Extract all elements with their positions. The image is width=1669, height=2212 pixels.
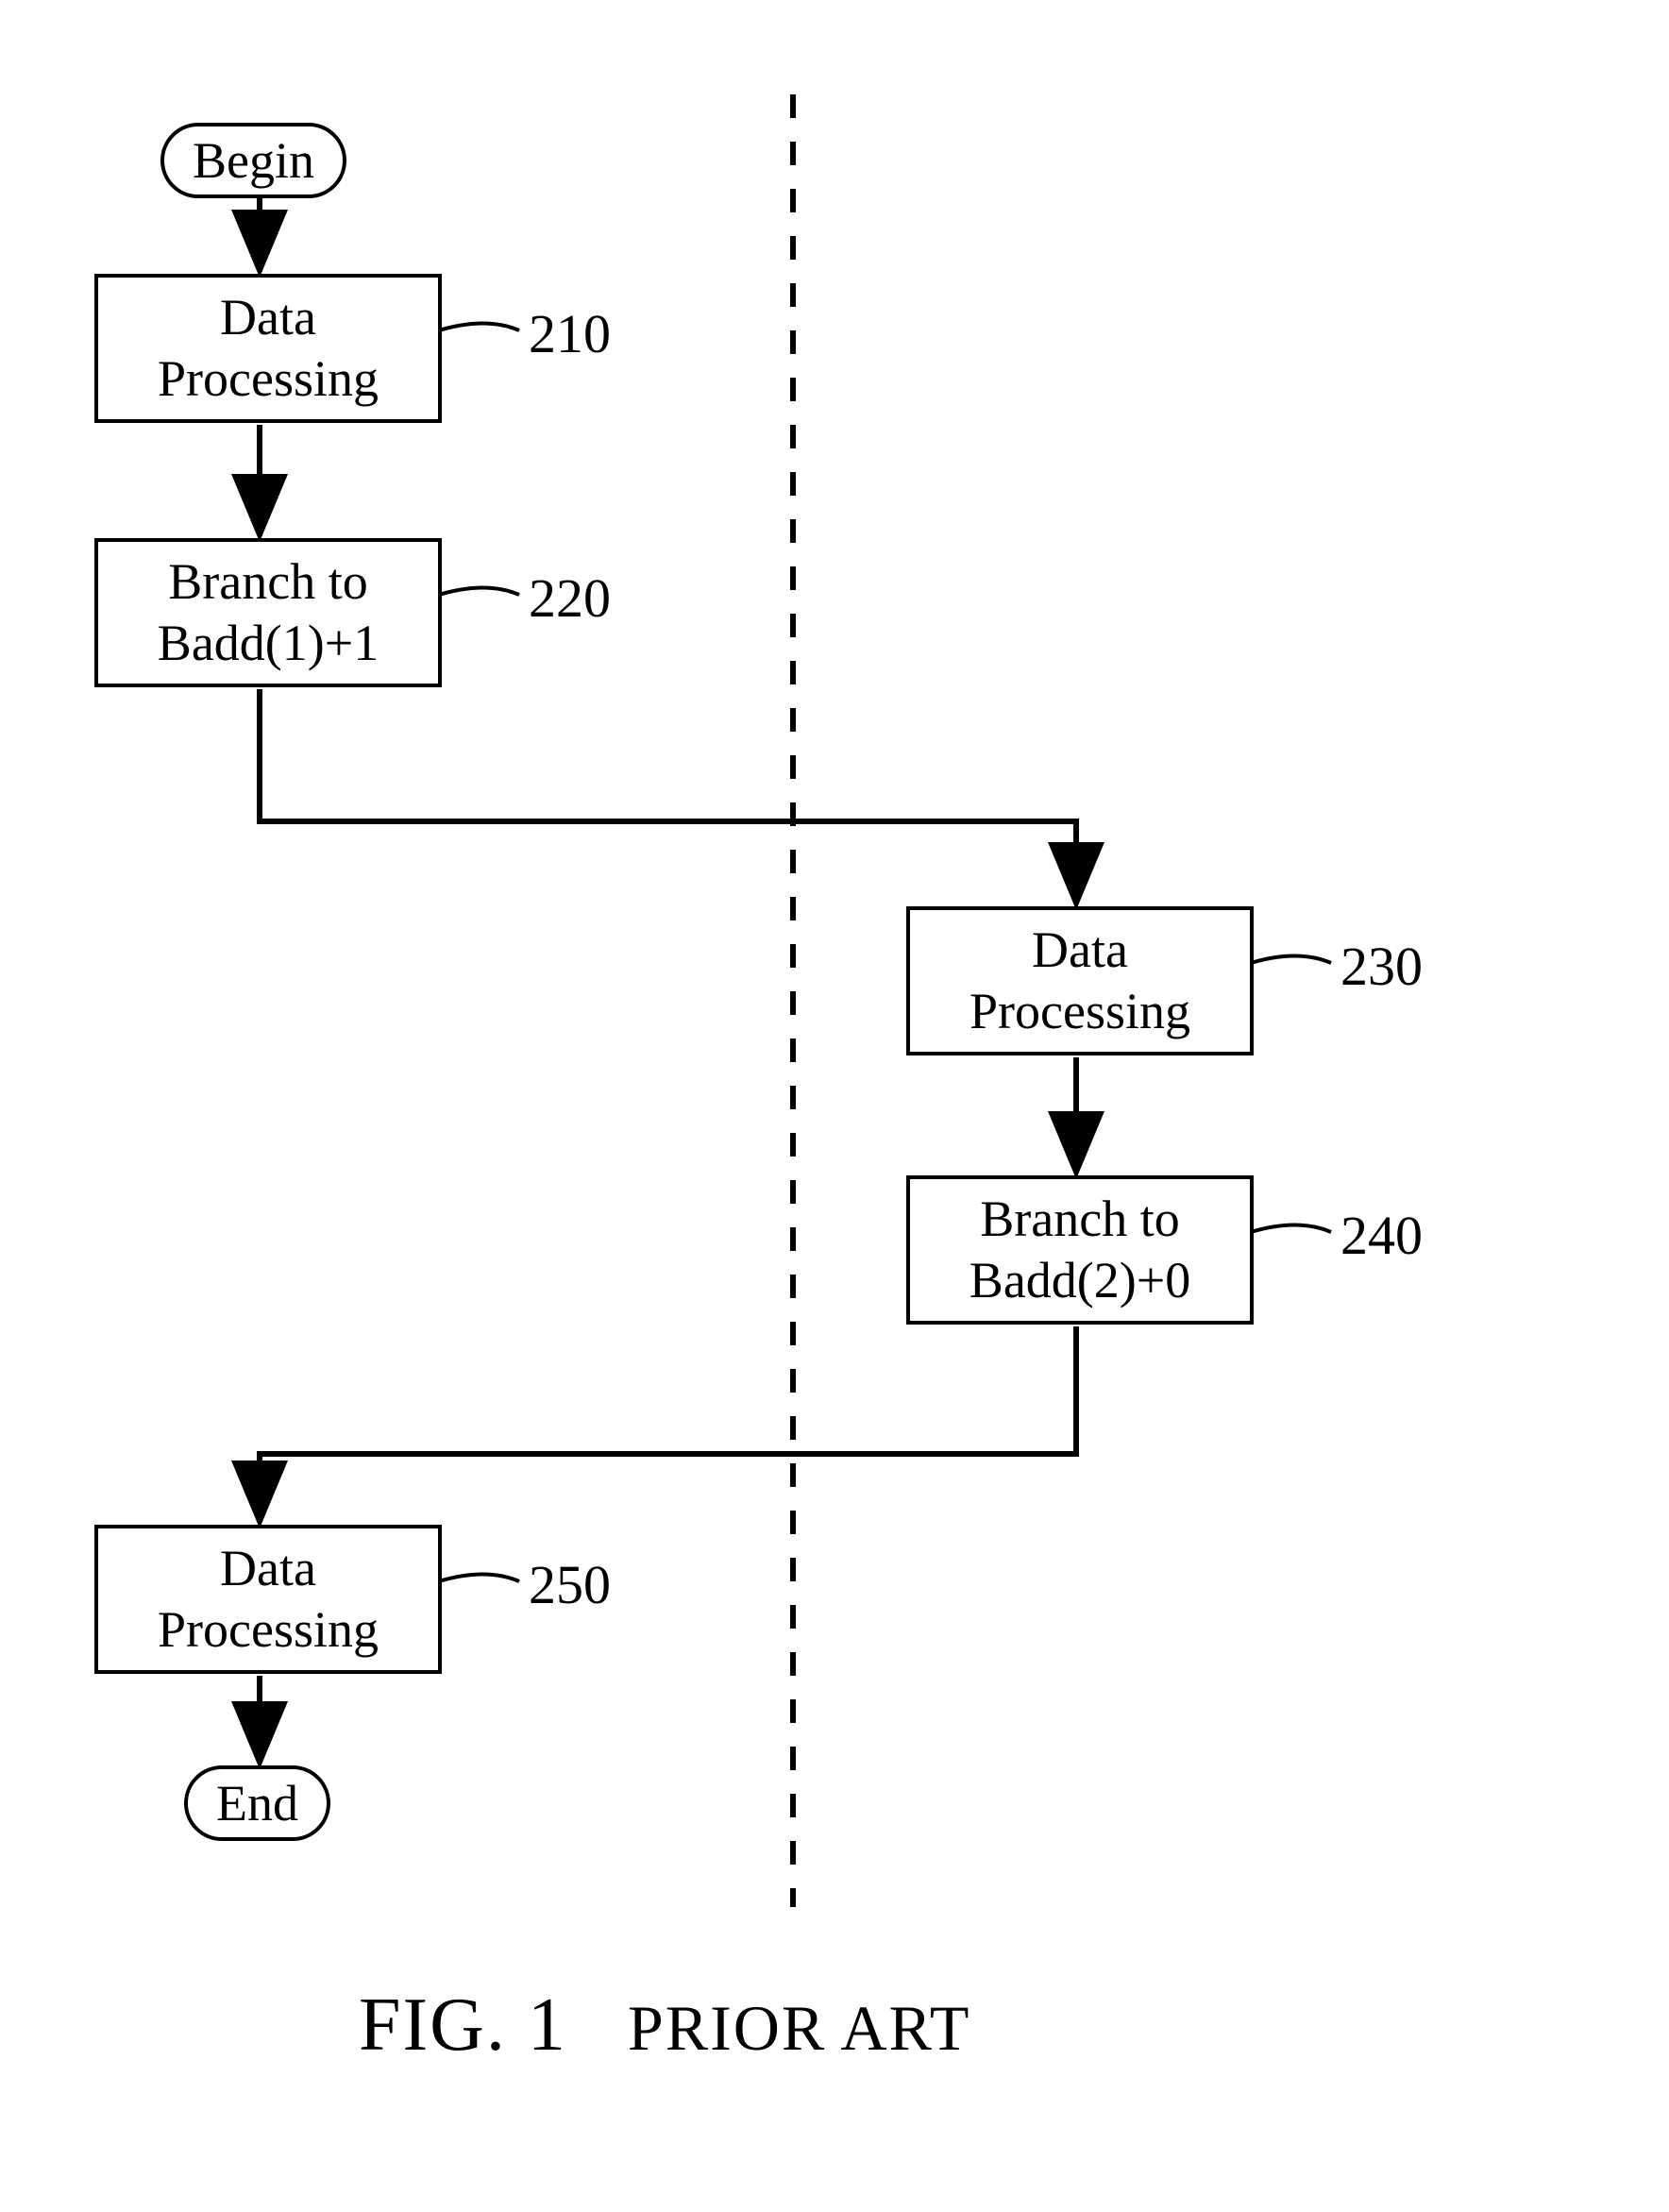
- box210-line2: Processing: [158, 350, 379, 407]
- label-240: 240: [1340, 1204, 1423, 1267]
- process-box-250: Data Processing: [94, 1525, 442, 1674]
- process-box-220: Branch to Badd(1)+1: [94, 538, 442, 687]
- box250-line2: Processing: [158, 1601, 379, 1658]
- box230-line2: Processing: [969, 983, 1190, 1039]
- box240-line1: Branch to: [980, 1190, 1179, 1247]
- flowchart-container: Begin Data Processing 210 Branch to Badd…: [0, 0, 1669, 2212]
- label-220: 220: [529, 566, 611, 630]
- box210-line1: Data: [220, 289, 316, 346]
- process-box-240: Branch to Badd(2)+0: [906, 1175, 1254, 1325]
- label-250: 250: [529, 1553, 611, 1616]
- box240-line2: Badd(2)+0: [969, 1252, 1190, 1309]
- caption-fig: FIG. 1: [359, 1984, 567, 2067]
- end-text: End: [216, 1775, 298, 1832]
- box230-line1: Data: [1032, 921, 1128, 978]
- label-210: 210: [529, 302, 611, 365]
- caption-prior: PRIOR ART: [628, 1992, 970, 2064]
- process-box-230: Data Processing: [906, 906, 1254, 1055]
- begin-text: Begin: [193, 132, 314, 189]
- begin-terminal: Begin: [160, 123, 346, 198]
- box250-line1: Data: [220, 1540, 316, 1596]
- figure-caption: FIG. 1 PRIOR ART: [359, 1983, 970, 2068]
- process-box-210: Data Processing: [94, 274, 442, 423]
- box220-line1: Branch to: [168, 553, 367, 610]
- label-230: 230: [1340, 935, 1423, 998]
- box220-line2: Badd(1)+1: [158, 615, 379, 671]
- end-terminal: End: [184, 1765, 330, 1841]
